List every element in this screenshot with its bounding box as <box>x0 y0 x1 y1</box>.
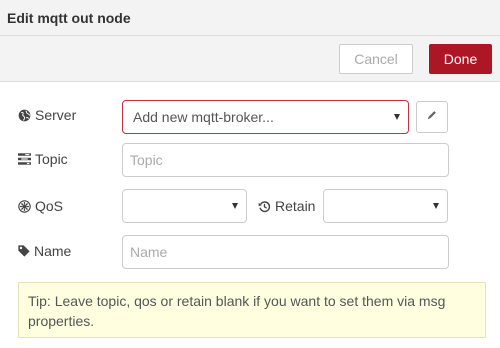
chevron-down-icon <box>232 203 238 209</box>
name-label: Name <box>18 243 71 259</box>
qos-label-text: QoS <box>35 198 64 214</box>
name-input[interactable] <box>122 235 449 269</box>
dialog-title: Edit mqtt out node <box>7 10 131 26</box>
cancel-button[interactable]: Cancel <box>339 44 413 74</box>
globe-icon <box>18 109 31 122</box>
tip-text: Tip: Leave topic, qos or retain blank if… <box>28 293 446 329</box>
done-button[interactable]: Done <box>429 44 492 74</box>
dialog-buttonbar: Cancel Done <box>0 36 500 82</box>
name-label-text: Name <box>34 243 72 259</box>
dialog-titlebar: Edit mqtt out node <box>0 0 500 36</box>
server-label-text: Server <box>35 107 77 123</box>
topic-label: Topic <box>18 151 68 167</box>
qos-label: QoS <box>18 198 63 214</box>
retain-label-text: Retain <box>275 198 316 214</box>
history-icon <box>258 200 271 213</box>
topic-input[interactable] <box>122 143 449 177</box>
chevron-down-icon <box>433 203 439 209</box>
server-label: Server <box>18 107 76 123</box>
tag-icon <box>18 245 30 257</box>
retain-label: Retain <box>258 198 315 214</box>
pencil-icon <box>426 108 438 126</box>
tasks-icon <box>18 153 31 165</box>
tip-box: Tip: Leave topic, qos or retain blank if… <box>18 282 486 338</box>
topic-label-text: Topic <box>35 151 68 167</box>
server-select[interactable]: Add new mqtt-broker... <box>122 100 409 134</box>
empire-icon <box>18 199 31 213</box>
edit-server-button[interactable] <box>416 101 448 133</box>
retain-select[interactable] <box>323 189 448 223</box>
server-select-value: Add new mqtt-broker... <box>133 109 274 125</box>
chevron-down-icon <box>394 114 400 120</box>
qos-select[interactable] <box>122 189 247 223</box>
